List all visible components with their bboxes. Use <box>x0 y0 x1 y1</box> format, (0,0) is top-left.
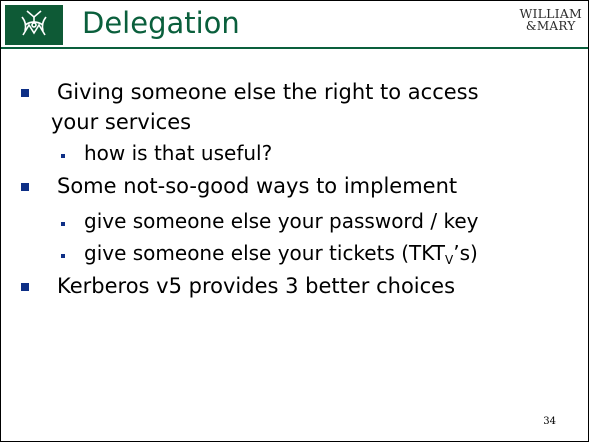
slide-title: Delegation <box>82 6 240 40</box>
slide: Delegation WILLIAM &MARY Giving someone … <box>0 0 589 442</box>
page-number: 34 <box>543 416 556 427</box>
wordmark: WILLIAM &MARY <box>519 7 582 33</box>
sub-bullet-text: give someone else your password / key <box>84 209 479 233</box>
bullet-square-icon <box>21 89 29 97</box>
sub-bullet-text: how is that useful? <box>84 141 273 165</box>
wordmark-line-2: &MARY <box>525 19 576 33</box>
title-bar: Delegation WILLIAM &MARY <box>1 1 588 49</box>
title-rule <box>1 47 588 49</box>
bullet-square-icon <box>61 154 65 158</box>
bullet-text: your services <box>51 110 192 134</box>
bullet-square-icon <box>61 254 65 258</box>
sub-bullet-text-main: give someone else your tickets (TKT <box>84 241 446 265</box>
bullet-text: Giving someone else the right to access <box>57 80 479 104</box>
sub-bullet-text-end: ’s) <box>453 241 478 265</box>
cypher-crest-icon <box>5 5 63 45</box>
bullet-text: Some not-so-good ways to implement <box>57 174 458 198</box>
bullet-square-icon <box>21 283 29 291</box>
bullet-square-icon <box>61 222 65 226</box>
bullet-text: Kerberos v5 provides 3 better choices <box>57 274 456 298</box>
bullet-square-icon <box>21 183 29 191</box>
sub-bullet-text: give someone else your tickets (TKTV’s) <box>84 239 478 267</box>
